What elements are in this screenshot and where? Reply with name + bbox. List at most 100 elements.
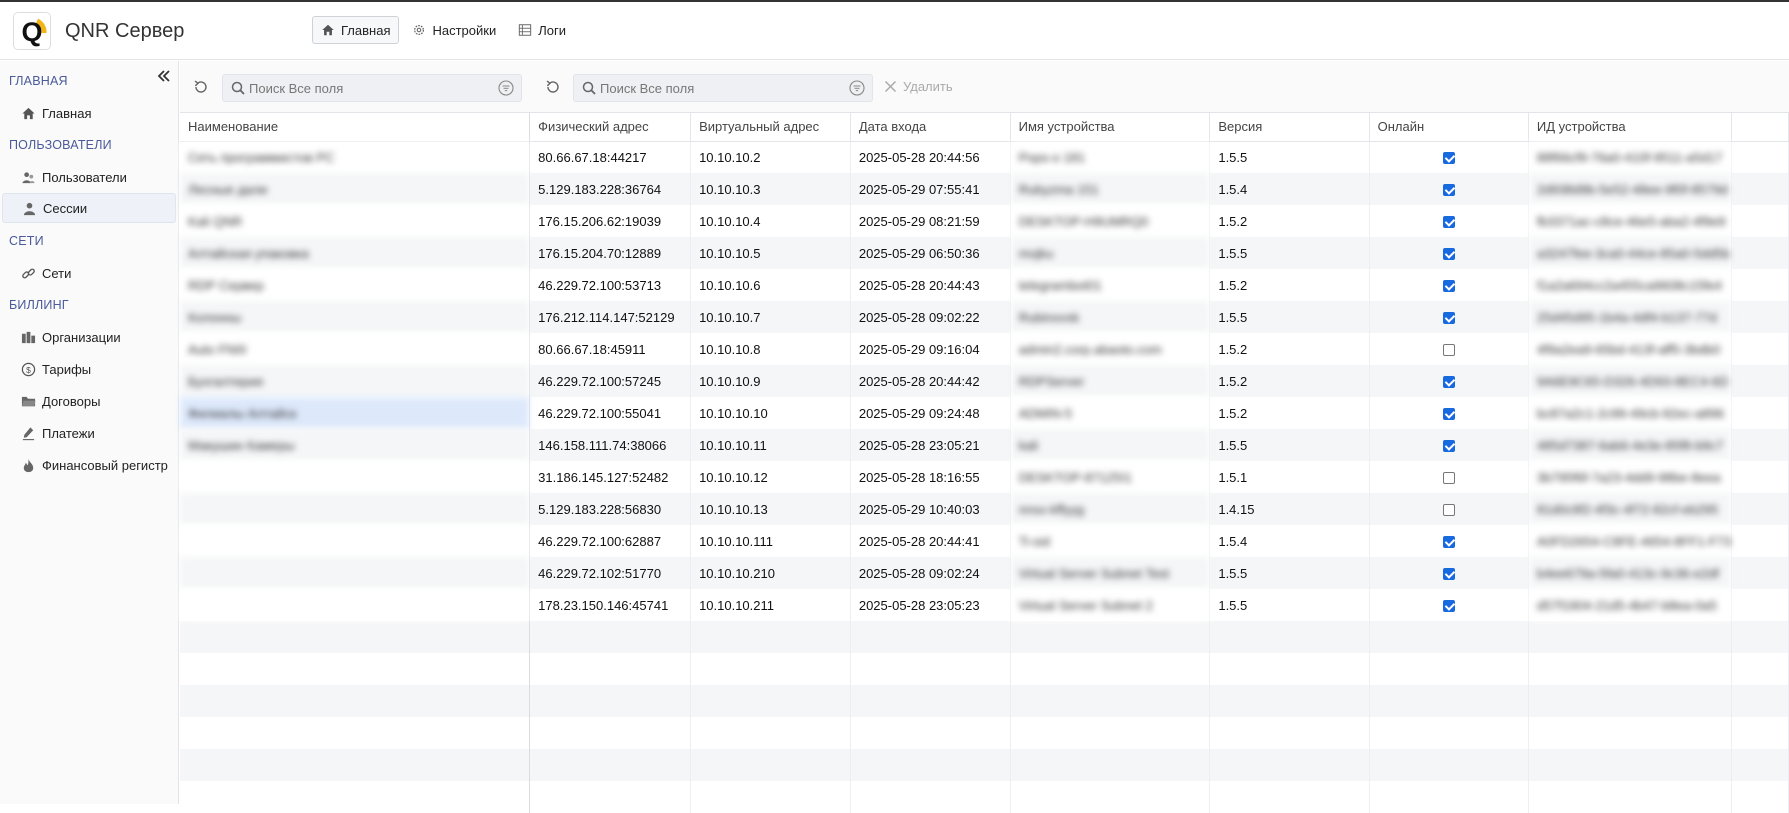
- refresh-right-icon[interactable]: [542, 76, 564, 98]
- online-checkbox[interactable]: [1442, 472, 1455, 485]
- sidebar-item-label: Финансовый регистр: [42, 457, 168, 473]
- online-checkbox[interactable]: [1442, 504, 1455, 517]
- sidebar-item-contracts[interactable]: Договоры: [2, 386, 176, 416]
- refresh-left-icon[interactable]: [190, 76, 212, 98]
- cell-online[interactable]: [1369, 493, 1529, 525]
- column-header-login-date[interactable]: Дата входа: [850, 113, 1011, 142]
- online-checkbox[interactable]: [1442, 440, 1455, 453]
- cell-login-date: 2025-05-28 18:16:55: [850, 461, 1011, 493]
- table-row[interactable]: 31.186.145.127:52482 10.10.10.12 2025-05-2…: [180, 461, 1789, 493]
- delete-button[interactable]: Удалить: [884, 79, 953, 94]
- sidebar-item-financial-register[interactable]: Финансовый регистр: [2, 450, 176, 480]
- table-row[interactable]: Колонны 176.212.114.147:52129 10.10.10.7 20…: [180, 301, 1789, 333]
- cell-virtual-address: 10.10.10.2: [690, 141, 851, 173]
- sidebar-item-payments[interactable]: Платежи: [2, 418, 176, 448]
- search-right-input[interactable]: [596, 79, 849, 97]
- cell-name: Сеть программистов РС: [180, 141, 531, 173]
- collapse-sidebar-icon[interactable]: [155, 67, 173, 85]
- cell-physical-address: 46.229.72.100:62887: [529, 525, 692, 557]
- table-row[interactable]: 178.23.150.146:45741 10.10.10.211 2025-05-…: [180, 589, 1789, 621]
- cell-device-id: 9A6E9C65-D326-4D93-8EC4-6D: [1528, 365, 1733, 397]
- empty-cell: [529, 717, 692, 749]
- cell-online[interactable]: [1369, 525, 1529, 557]
- cell-online[interactable]: [1369, 141, 1529, 173]
- cell-online[interactable]: [1369, 429, 1529, 461]
- table-row[interactable]: RDP Сервер 46.229.72.100:53713 10.10.10.6 2…: [180, 269, 1789, 301]
- online-checkbox[interactable]: [1442, 536, 1455, 549]
- cell-filler: [1731, 365, 1789, 397]
- filter-icon[interactable]: [849, 80, 865, 96]
- topnav-logs-button[interactable]: Логи: [509, 16, 575, 44]
- cell-virtual-address: 10.10.10.9: [690, 365, 851, 397]
- column-header-physical-address[interactable]: Физический адрес: [529, 113, 692, 142]
- empty-cell: [529, 653, 692, 685]
- sidebar-item-label: Договоры: [42, 393, 101, 409]
- topnav-home-button[interactable]: Главная: [312, 16, 400, 44]
- cell-physical-address: 80.66.67.18:44217: [529, 141, 692, 173]
- table-row[interactable]: Auto FNIII 80.66.67.18:45911 10.10.10.8 202…: [180, 333, 1789, 365]
- sidebar-item-sessions[interactable]: Сессии: [2, 193, 176, 223]
- online-checkbox[interactable]: [1442, 344, 1455, 357]
- filter-icon[interactable]: [498, 80, 514, 96]
- search-left-input[interactable]: [245, 79, 498, 97]
- table-row[interactable]: Бухгалтерия 46.229.72.100:57245 10.10.10.9…: [180, 365, 1789, 397]
- sidebar-item-networks[interactable]: Сети: [2, 258, 176, 288]
- empty-cell: [1731, 653, 1789, 685]
- cell-online[interactable]: [1369, 557, 1529, 589]
- sidebar-item-main[interactable]: Главная: [2, 98, 176, 128]
- cell-device-name: Pops-o 181: [1010, 141, 1211, 173]
- online-checkbox[interactable]: [1442, 280, 1455, 293]
- cell-filler: [1731, 141, 1789, 173]
- table-row[interactable]: Сеть программистов РС 80.66.67.18:44217 10…: [180, 141, 1789, 173]
- column-header-device-id[interactable]: ИД устройства: [1528, 113, 1733, 142]
- online-checkbox[interactable]: [1442, 376, 1455, 389]
- online-checkbox[interactable]: [1442, 152, 1455, 165]
- table-row[interactable]: 46.229.72.102:51770 10.10.10.210 2025-05-2…: [180, 557, 1789, 589]
- cell-login-date: 2025-05-28 23:05:23: [850, 589, 1011, 621]
- column-header-device-name[interactable]: Имя устройства: [1010, 113, 1211, 142]
- empty-cell: [1209, 749, 1370, 781]
- cell-online[interactable]: [1369, 173, 1529, 205]
- table-row[interactable]: 46.229.72.100:62887 10.10.10.111 2025-05-2…: [180, 525, 1789, 557]
- column-header-version[interactable]: Версия: [1209, 113, 1370, 142]
- cell-online[interactable]: [1369, 397, 1529, 429]
- cell-name: Лесные дали: [180, 173, 531, 205]
- column-header-online[interactable]: Онлайн: [1369, 113, 1529, 142]
- cell-online[interactable]: [1369, 365, 1529, 397]
- cell-online[interactable]: [1369, 301, 1529, 333]
- table-row[interactable]: 5.129.183.228:56830 10.10.10.13 2025-05-29…: [180, 493, 1789, 525]
- online-checkbox[interactable]: [1442, 248, 1455, 261]
- topnav-logs-label: Логи: [538, 22, 566, 38]
- cell-login-date: 2025-05-29 08:21:59: [850, 205, 1011, 237]
- app-logo[interactable]: Q: [14, 13, 50, 49]
- cell-device-name: Rubinovsk: [1010, 301, 1211, 333]
- column-header-virtual-address[interactable]: Виртуальный адрес: [690, 113, 851, 142]
- cell-device-name: ADMIN-5: [1010, 397, 1211, 429]
- topnav-settings-button[interactable]: Настройки: [403, 16, 505, 44]
- online-checkbox[interactable]: [1442, 568, 1455, 581]
- table-row[interactable]: Филиалы Алтайск 46.229.72.100:55041 10.10.…: [180, 397, 1789, 429]
- cell-online[interactable]: [1369, 589, 1529, 621]
- cell-online[interactable]: [1369, 333, 1529, 365]
- empty-row: [180, 749, 1789, 781]
- table-row[interactable]: Макушин Камеры 146.158.111.74:38066 10.10.…: [180, 429, 1789, 461]
- cell-online[interactable]: [1369, 269, 1529, 301]
- table-row[interactable]: Kali QNR 176.15.206.62:19039 10.10.10.4 202…: [180, 205, 1789, 237]
- table-row[interactable]: Лесные дали 5.129.183.228:36764 10.10.10.3…: [180, 173, 1789, 205]
- online-checkbox[interactable]: [1442, 184, 1455, 197]
- cell-name: [180, 493, 531, 525]
- sidebar-item-organizations[interactable]: Организации: [2, 322, 176, 352]
- cell-online[interactable]: [1369, 461, 1529, 493]
- online-checkbox[interactable]: [1442, 312, 1455, 325]
- table-row[interactable]: Алтайская упаковка 176.15.204.70:12889 10.…: [180, 237, 1789, 269]
- cell-physical-address: 46.229.72.100:55041: [529, 397, 692, 429]
- cell-online[interactable]: [1369, 237, 1529, 269]
- online-checkbox[interactable]: [1442, 408, 1455, 421]
- online-checkbox[interactable]: [1442, 216, 1455, 229]
- folder-icon: [21, 396, 36, 406]
- column-header-name[interactable]: Наименование: [180, 113, 531, 142]
- cell-online[interactable]: [1369, 205, 1529, 237]
- sidebar-item-tariffs[interactable]: $ Тарифы: [2, 354, 176, 384]
- sidebar-item-users[interactable]: Пользователи: [2, 162, 176, 192]
- online-checkbox[interactable]: [1442, 600, 1455, 613]
